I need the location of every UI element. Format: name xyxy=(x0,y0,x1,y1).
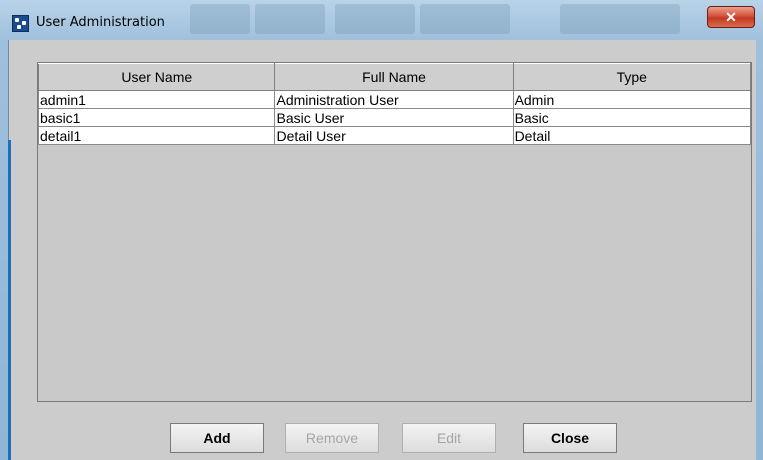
user-table-panel: User Name Full Name Type admin1 Administ… xyxy=(37,62,752,402)
table-row[interactable]: basic1 Basic User Basic xyxy=(37,108,752,127)
title-bar[interactable]: User Administration ✕ xyxy=(0,0,763,40)
remove-button[interactable]: Remove xyxy=(285,423,379,453)
edit-button[interactable]: Edit xyxy=(402,423,496,453)
background-blur xyxy=(255,4,325,34)
window-frame: User Administration ✕ User Name Full Nam… xyxy=(0,0,763,460)
left-accent xyxy=(8,140,11,460)
cell-full-name[interactable]: Administration User xyxy=(274,90,514,109)
background-blur xyxy=(335,4,415,34)
background-blur xyxy=(190,4,250,34)
user-table: User Name Full Name Type admin1 Administ… xyxy=(37,63,752,145)
add-button[interactable]: Add xyxy=(170,423,264,453)
window-title: User Administration xyxy=(36,15,165,30)
app-icon xyxy=(12,15,29,32)
cell-user-name[interactable]: detail1 xyxy=(37,126,276,145)
cell-type[interactable]: Admin xyxy=(512,90,752,109)
cell-user-name[interactable]: admin1 xyxy=(37,90,276,109)
cell-type[interactable]: Basic xyxy=(512,108,752,127)
close-button[interactable]: Close xyxy=(523,423,617,453)
cell-user-name[interactable]: basic1 xyxy=(37,108,276,127)
cell-full-name[interactable]: Detail User xyxy=(274,126,514,145)
column-header-type[interactable]: Type xyxy=(512,63,752,91)
background-blur xyxy=(560,4,680,34)
column-header-user-name[interactable]: User Name xyxy=(37,63,276,91)
cell-full-name[interactable]: Basic User xyxy=(274,108,514,127)
cell-type[interactable]: Detail xyxy=(512,126,752,145)
close-icon: ✕ xyxy=(725,9,737,25)
table-header-row: User Name Full Name Type xyxy=(37,63,752,91)
table-row[interactable]: detail1 Detail User Detail xyxy=(37,126,752,145)
column-header-full-name[interactable]: Full Name xyxy=(274,63,514,91)
window-close-button[interactable]: ✕ xyxy=(707,6,755,28)
background-blur xyxy=(420,4,510,34)
table-row[interactable]: admin1 Administration User Admin xyxy=(37,90,752,109)
